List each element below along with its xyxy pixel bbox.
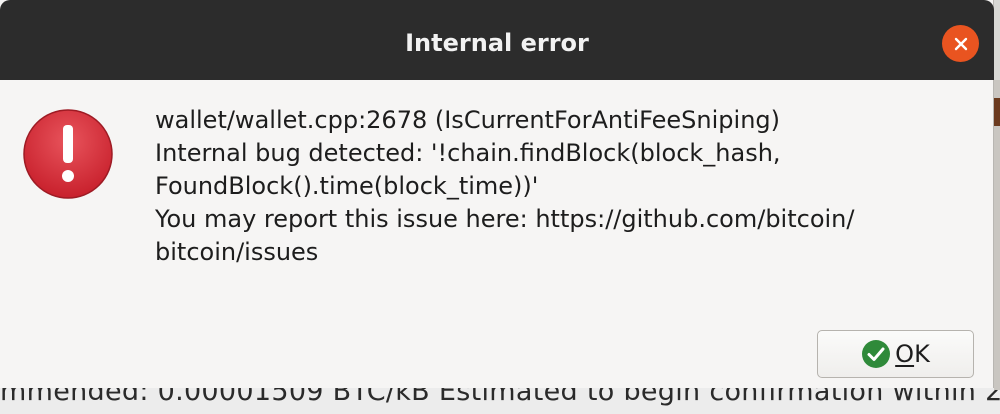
dialog-titlebar[interactable]: Internal error bbox=[0, 0, 994, 80]
background-window-strip: mmended: 0.00001509 BTC/kB Estimated to … bbox=[0, 388, 1000, 414]
close-icon bbox=[954, 37, 967, 50]
message-line-3: FoundBlock().time(block_time))' bbox=[155, 172, 539, 200]
background-fee-text: mmended: 0.00001509 BTC/kB Estimated to … bbox=[0, 388, 1000, 407]
close-button[interactable] bbox=[942, 25, 979, 62]
dialog-title: Internal error bbox=[405, 29, 589, 57]
error-message: wallet/wallet.cpp:2678 (IsCurrentForAnti… bbox=[155, 104, 975, 269]
background-window-mark bbox=[994, 98, 1000, 126]
ok-label-rest: K bbox=[914, 340, 930, 368]
message-line-5: bitcoin/issues bbox=[155, 238, 319, 266]
internal-error-dialog: Internal error wallet/wallet.cpp:2678 (I… bbox=[0, 0, 994, 388]
message-line-4: You may report this issue here: https://… bbox=[155, 205, 855, 233]
message-line-2: Internal bug detected: '!chain.findBlock… bbox=[155, 139, 781, 167]
error-exclamation-icon bbox=[23, 109, 113, 199]
background-window-edge bbox=[994, 80, 1000, 390]
ok-button[interactable]: OK bbox=[817, 330, 974, 378]
check-circle-icon bbox=[862, 340, 891, 368]
ok-mnemonic: O bbox=[895, 340, 915, 368]
message-line-1: wallet/wallet.cpp:2678 (IsCurrentForAnti… bbox=[155, 106, 781, 134]
ok-button-label: OK bbox=[895, 340, 930, 368]
